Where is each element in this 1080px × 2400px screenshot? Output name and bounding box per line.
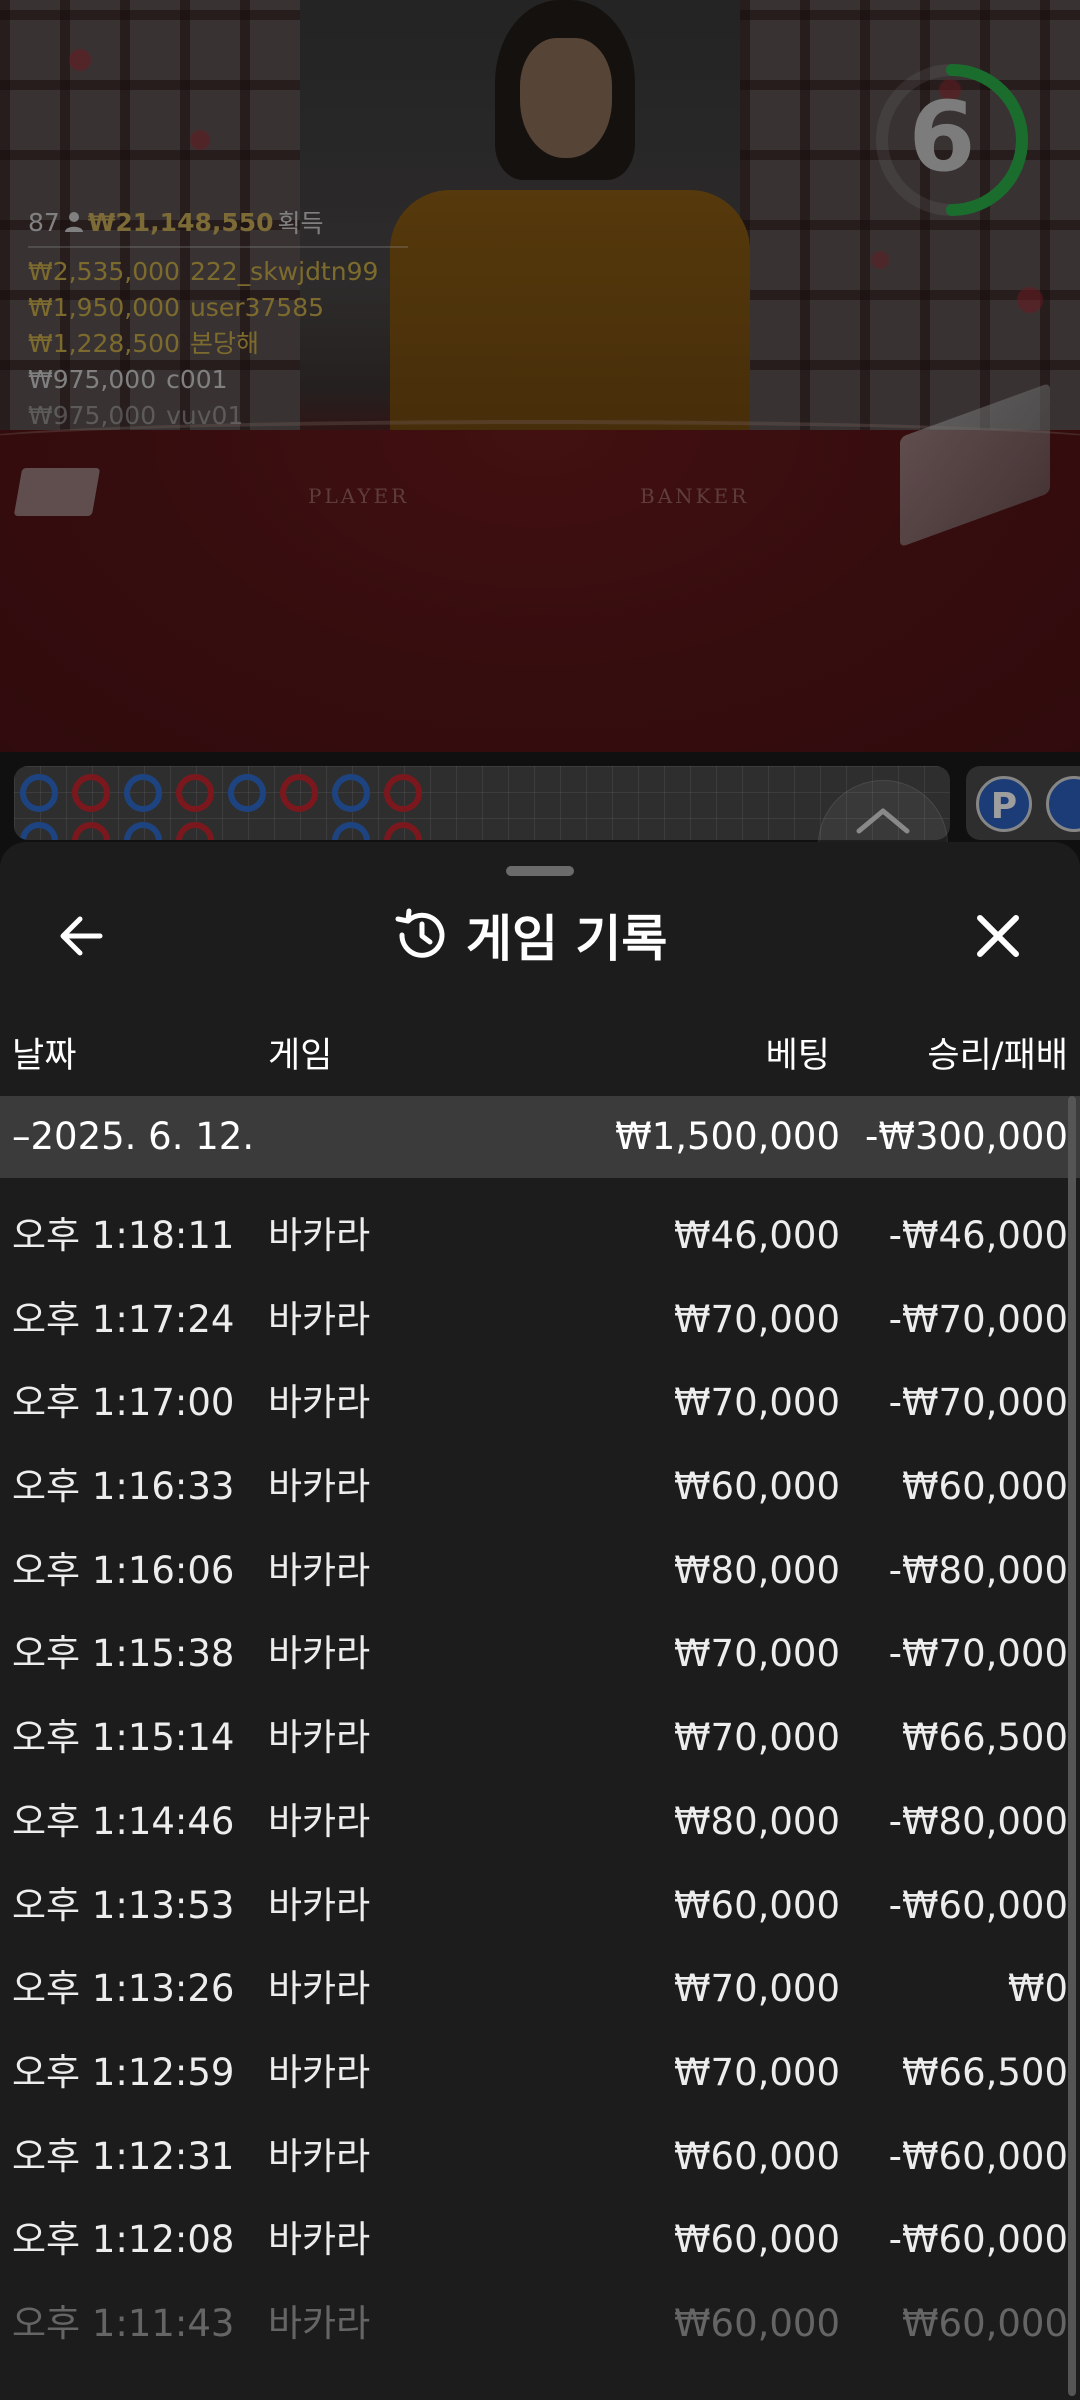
row-bet: ₩70,000 (673, 2050, 840, 2094)
table-row[interactable]: 오후 1:12:31 바카라 ₩60,000 -₩60,000 (0, 2115, 1080, 2199)
row-result: ₩66,500 (901, 1716, 1068, 1760)
table-row[interactable]: 오후 1:15:38 바카라 ₩70,000 -₩70,000 (0, 1612, 1080, 1696)
row-bet: ₩80,000 (673, 1799, 840, 1843)
row-game: 바카라 (268, 1297, 371, 1341)
row-result: -₩60,000 (888, 2134, 1068, 2178)
row-game: 바카라 (268, 1214, 371, 1257)
row-game: 바카라 (268, 1716, 371, 1760)
row-time: 오후 1:12:08 (12, 2218, 235, 2262)
column-date: 날짜 (12, 1036, 77, 1076)
row-game: 바카라 (268, 1883, 371, 1927)
row-result: ₩66,500 (901, 2050, 1068, 2094)
close-icon (977, 915, 1019, 957)
row-time: 오후 1:15:38 (12, 1632, 235, 1676)
column-bet: 베팅 (765, 1036, 830, 1076)
row-game: 바카라 (268, 1799, 371, 1843)
column-game: 게임 (268, 1036, 333, 1076)
scrollbar[interactable] (1068, 1096, 1076, 2396)
table-row[interactable]: 오후 1:11:43 바카라 ₩60,000 ₩60,000 (0, 2282, 1080, 2366)
table-row[interactable]: 오후 1:12:08 바카라 ₩60,000 -₩60,000 (0, 2198, 1080, 2282)
row-time: 오후 1:13:26 (12, 1967, 235, 2011)
history-list: 오후 1:18:11 바카라 ₩46,000 -₩46,000 오후 1:17:… (0, 1194, 1080, 2366)
drag-handle[interactable] (506, 866, 574, 876)
row-time: 오후 1:15:14 (12, 1716, 235, 1760)
row-game: 바카라 (268, 2301, 371, 2345)
row-bet: ₩60,000 (673, 2301, 840, 2345)
row-result: -₩70,000 (888, 1297, 1068, 1341)
row-result: -₩80,000 (888, 1548, 1068, 1592)
scrollbar-thumb[interactable] (1068, 1096, 1076, 2396)
game-history-sheet: 게임 기록 날짜 게임 베팅 승리/패배 –2025. 6. 12. ₩1,50… (0, 842, 1080, 2400)
row-bet: ₩60,000 (673, 1883, 840, 1927)
history-icon (395, 908, 445, 958)
row-time: 오후 1:16:06 (12, 1548, 235, 1592)
table-row[interactable]: 오후 1:13:26 바카라 ₩70,000 ₩0 (0, 1947, 1080, 2031)
row-game: 바카라 (268, 1632, 371, 1676)
table-row[interactable]: 오후 1:15:14 바카라 ₩70,000 ₩66,500 (0, 1696, 1080, 1780)
arrow-left-icon (60, 916, 103, 956)
row-bet: ₩60,000 (673, 2218, 840, 2262)
close-button[interactable] (966, 904, 1030, 968)
table-row[interactable]: 오후 1:13:53 바카라 ₩60,000 -₩60,000 (0, 1864, 1080, 1948)
group-bet-total: ₩1,500,000 (615, 1115, 840, 1158)
table-row[interactable]: 오후 1:17:24 바카라 ₩70,000 -₩70,000 (0, 1278, 1080, 1362)
group-date: –2025. 6. 12. (12, 1115, 255, 1158)
row-game: 바카라 (268, 1548, 371, 1592)
row-time: 오후 1:17:00 (12, 1381, 235, 1425)
row-bet: ₩70,000 (673, 1297, 840, 1341)
row-game: 바카라 (268, 2050, 371, 2094)
table-row[interactable]: 오후 1:14:46 바카라 ₩80,000 -₩80,000 (0, 1780, 1080, 1864)
row-game: 바카라 (268, 1465, 371, 1509)
date-group-row[interactable]: –2025. 6. 12. ₩1,500,000 -₩300,000 (0, 1096, 1080, 1178)
row-game: 바카라 (268, 1381, 371, 1425)
row-bet: ₩70,000 (673, 1632, 840, 1676)
row-result: -₩80,000 (888, 1799, 1068, 1843)
table-row[interactable]: 오후 1:17:00 바카라 ₩70,000 -₩70,000 (0, 1361, 1080, 1445)
row-result: -₩60,000 (888, 2218, 1068, 2262)
row-bet: ₩70,000 (673, 1381, 840, 1425)
row-game: 바카라 (268, 2134, 371, 2178)
table-row[interactable]: 오후 1:12:59 바카라 ₩70,000 ₩66,500 (0, 2031, 1080, 2115)
back-button[interactable] (50, 904, 114, 968)
row-bet: ₩70,000 (673, 1716, 840, 1760)
row-result: -₩70,000 (888, 1381, 1068, 1425)
row-time: 오후 1:17:24 (12, 1297, 235, 1341)
row-result: -₩60,000 (888, 1883, 1068, 1927)
sheet-title-text: 게임 기록 (466, 910, 668, 968)
row-result: -₩70,000 (888, 1632, 1068, 1676)
row-bet: ₩60,000 (673, 1465, 840, 1509)
row-bet: ₩70,000 (673, 1967, 840, 2011)
row-result: ₩0 (1007, 1967, 1068, 2011)
row-bet: ₩60,000 (673, 2134, 840, 2178)
row-bet: ₩80,000 (673, 1548, 840, 1592)
row-result: -₩46,000 (888, 1214, 1068, 1257)
row-time: 오후 1:16:33 (12, 1465, 235, 1509)
row-game: 바카라 (268, 2218, 371, 2262)
table-row[interactable]: 오후 1:16:33 바카라 ₩60,000 ₩60,000 (0, 1445, 1080, 1529)
row-time: 오후 1:11:43 (12, 2301, 235, 2345)
row-game: 바카라 (268, 1967, 371, 2011)
row-bet: ₩46,000 (673, 1214, 840, 1257)
row-time: 오후 1:12:31 (12, 2134, 235, 2178)
row-time: 오후 1:18:11 (12, 1214, 235, 1257)
row-time: 오후 1:14:46 (12, 1799, 235, 1843)
row-result: ₩60,000 (901, 2301, 1068, 2345)
row-time: 오후 1:12:59 (12, 2050, 235, 2094)
row-result: ₩60,000 (901, 1465, 1068, 1509)
row-time: 오후 1:13:53 (12, 1883, 235, 1927)
group-win-loss-total: -₩300,000 (865, 1115, 1068, 1158)
table-header: 날짜 게임 베팅 승리/패배 (0, 1028, 1080, 1084)
table-row[interactable]: 오후 1:18:11 바카라 ₩46,000 -₩46,000 (0, 1194, 1080, 1278)
column-win-loss: 승리/패배 (927, 1036, 1068, 1076)
table-row[interactable]: 오후 1:16:06 바카라 ₩80,000 -₩80,000 (0, 1529, 1080, 1613)
sheet-title: 게임 기록 (390, 900, 667, 970)
